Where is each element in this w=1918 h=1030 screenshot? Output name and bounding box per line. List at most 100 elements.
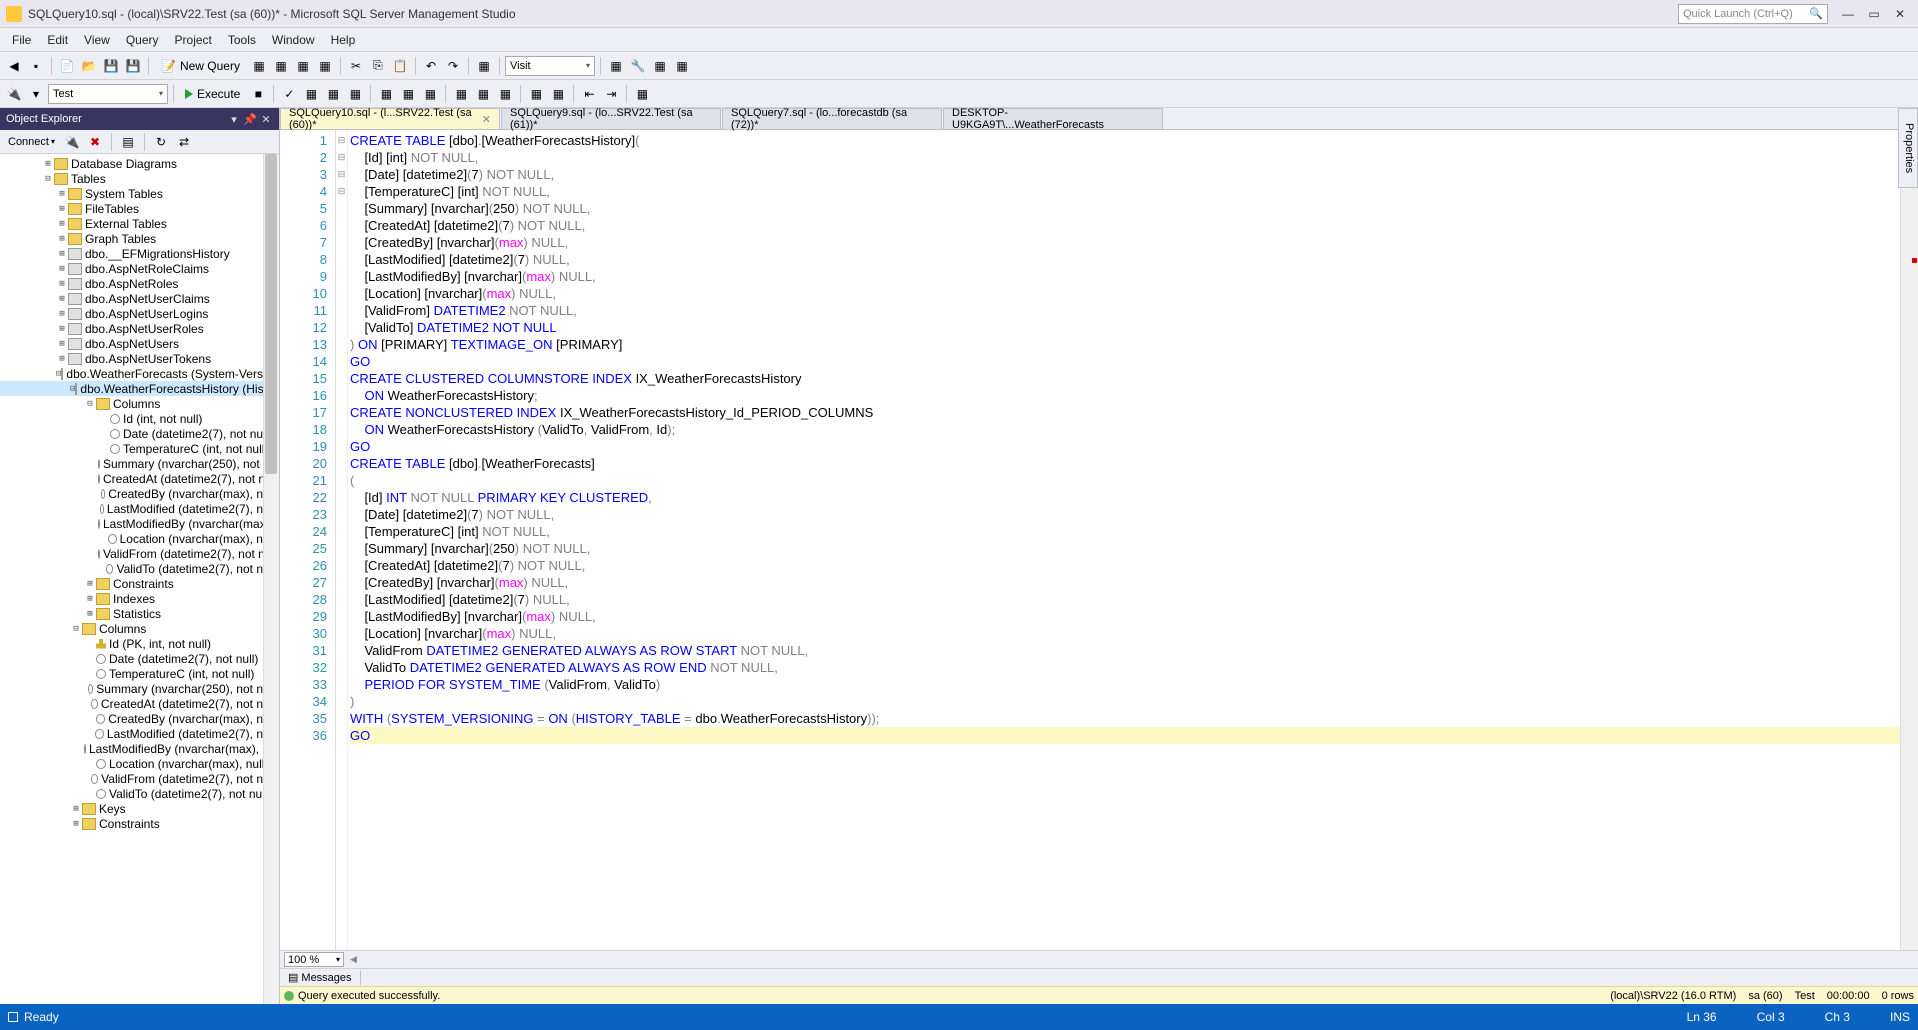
tree-node[interactable]: ⊞Statistics (0, 606, 279, 621)
code-line[interactable]: [TemperatureC] [int] NOT NULL, (350, 523, 1900, 540)
document-tab[interactable]: SQLQuery7.sql - (lo...forecastdb (sa (72… (722, 108, 942, 129)
tree-node[interactable]: ⊞Indexes (0, 591, 279, 606)
display-plan-button[interactable]: ▦ (301, 84, 321, 104)
tree-node[interactable]: ⊞dbo.AspNetUserLogins (0, 306, 279, 321)
forward-button[interactable]: ▪ (26, 56, 46, 76)
expand-icon[interactable]: ⊞ (56, 189, 68, 199)
specify-values-button[interactable]: ▦ (632, 84, 652, 104)
code-line[interactable]: ON WeatherForecastsHistory (ValidTo, Val… (350, 421, 1900, 438)
tool-button-3[interactable]: ▦ (672, 56, 692, 76)
code-line[interactable]: [CreatedBy] [nvarchar](max) NULL, (350, 574, 1900, 591)
code-line[interactable]: WITH (SYSTEM_VERSIONING = ON (HISTORY_TA… (350, 710, 1900, 727)
menu-file[interactable]: File (4, 30, 39, 50)
include-client-stats-button[interactable]: ▦ (420, 84, 440, 104)
code-line[interactable]: [ValidFrom] DATETIME2 NOT NULL, (350, 302, 1900, 319)
code-content[interactable]: CREATE TABLE [dbo].[WeatherForecastsHist… (348, 130, 1900, 950)
tree-node[interactable]: LastModified (datetime2(7), null) (0, 501, 279, 516)
properties-button[interactable]: ▦ (474, 56, 494, 76)
code-line[interactable]: CREATE TABLE [dbo].[WeatherForecastsHist… (350, 132, 1900, 149)
tree-node[interactable]: ⊞dbo.AspNetUserClaims (0, 291, 279, 306)
expand-icon[interactable]: ⊞ (70, 819, 82, 829)
code-line[interactable]: GO (350, 438, 1900, 455)
hscroll-left-icon[interactable]: ◀ (350, 954, 357, 965)
tree-node[interactable]: Location (nvarchar(max), null) (0, 531, 279, 546)
query-options-button[interactable]: ▦ (323, 84, 343, 104)
sync-button[interactable]: ⇄ (174, 132, 194, 152)
tree-node[interactable]: ⊞Keys (0, 801, 279, 816)
redo-button[interactable]: ↷ (443, 56, 463, 76)
tree-node[interactable]: Id (PK, int, not null) (0, 636, 279, 651)
tree-node[interactable]: TemperatureC (int, not null) (0, 666, 279, 681)
code-line[interactable]: GO (350, 353, 1900, 370)
save-button[interactable]: 💾 (101, 56, 121, 76)
code-line[interactable]: ON WeatherForecastsHistory; (350, 387, 1900, 404)
tool-button-1[interactable]: 🔧 (628, 56, 648, 76)
tree-node[interactable]: CreatedAt (datetime2(7), not null) (0, 471, 279, 486)
maximize-button[interactable]: ▭ (1862, 4, 1886, 24)
tree-node[interactable]: LastModifiedBy (nvarchar(max), null) (0, 741, 279, 756)
tree-node[interactable]: ⊟Tables (0, 171, 279, 186)
code-line[interactable]: [Summary] [nvarchar](250) NOT NULL, (350, 200, 1900, 217)
results-text-button[interactable]: ▦ (451, 84, 471, 104)
code-line[interactable]: [Location] [nvarchar](max) NULL, (350, 625, 1900, 642)
tree-node[interactable]: Summary (nvarchar(250), not null) (0, 681, 279, 696)
db-engine-query-button[interactable]: ▦ (249, 56, 269, 76)
code-line[interactable]: ValidFrom DATETIME2 GENERATED ALWAYS AS … (350, 642, 1900, 659)
tree-node[interactable]: ⊞FileTables (0, 201, 279, 216)
code-line[interactable]: [Location] [nvarchar](max) NULL, (350, 285, 1900, 302)
execute-button[interactable]: Execute (179, 85, 246, 103)
database-combo[interactable]: Test ▾ (48, 84, 168, 104)
expand-icon[interactable]: ⊞ (56, 339, 68, 349)
code-line[interactable]: [Id] [int] NOT NULL, (350, 149, 1900, 166)
available-databases-button[interactable]: ▾ (26, 84, 46, 104)
expand-icon[interactable]: ⊞ (56, 249, 68, 259)
tree-node[interactable]: CreatedBy (nvarchar(max), null) (0, 486, 279, 501)
back-button[interactable]: ◀ (4, 56, 24, 76)
tree-node[interactable]: ⊟dbo.WeatherForecasts (System-Versioned) (0, 366, 279, 381)
code-line[interactable]: [CreatedBy] [nvarchar](max) NULL, (350, 234, 1900, 251)
solution-configurations-combo[interactable]: Visit ▾ (505, 56, 595, 76)
tree-node[interactable]: LastModified (datetime2(7), null) (0, 726, 279, 741)
object-explorer-tree[interactable]: ⊞Database Diagrams⊟Tables⊞System Tables⊞… (0, 154, 279, 1004)
expand-icon[interactable]: ⊞ (56, 204, 68, 214)
activity-monitor-button[interactable]: ▦ (606, 56, 626, 76)
tree-scrollbar[interactable] (263, 154, 279, 1004)
expand-icon[interactable]: ⊞ (56, 294, 68, 304)
auto-hide-button[interactable]: 📌 (243, 112, 257, 126)
increase-indent-button[interactable]: ⇥ (601, 84, 621, 104)
expand-icon[interactable]: ⊞ (84, 579, 96, 589)
tree-node[interactable]: Location (nvarchar(max), null) (0, 756, 279, 771)
document-tab[interactable]: SQLQuery10.sql - (l...SRV22.Test (sa (60… (280, 108, 500, 129)
tab-close-icon[interactable]: ✕ (482, 113, 491, 126)
cut-button[interactable]: ✂ (346, 56, 366, 76)
tree-node[interactable]: Summary (nvarchar(250), not null) (0, 456, 279, 471)
parse-button[interactable]: ✓ (279, 84, 299, 104)
tree-node[interactable]: LastModifiedBy (nvarchar(max), null) (0, 516, 279, 531)
intellisense-button[interactable]: ▦ (345, 84, 365, 104)
quick-launch-input[interactable]: Quick Launch (Ctrl+Q) 🔍 (1678, 4, 1828, 24)
scrollbar-thumb[interactable] (265, 154, 277, 474)
cancel-query-button[interactable]: ■ (248, 84, 268, 104)
tree-node[interactable]: ⊞dbo.AspNetUsers (0, 336, 279, 351)
tree-node[interactable]: ⊞Database Diagrams (0, 156, 279, 171)
results-file-button[interactable]: ▦ (495, 84, 515, 104)
tree-node[interactable]: ⊟dbo.WeatherForecastsHistory (History) (0, 381, 279, 396)
dmx-query-button[interactable]: ▦ (315, 56, 335, 76)
tree-node[interactable]: Date (datetime2(7), not null) (0, 426, 279, 441)
code-line[interactable]: ( (350, 472, 1900, 489)
overview-ruler[interactable] (1900, 130, 1918, 950)
tree-node[interactable]: ValidTo (datetime2(7), not null) (0, 561, 279, 576)
menu-help[interactable]: Help (323, 30, 364, 50)
code-line[interactable]: [CreatedAt] [datetime2](7) NOT NULL, (350, 217, 1900, 234)
menu-edit[interactable]: Edit (39, 30, 76, 50)
menu-project[interactable]: Project (167, 30, 220, 50)
expand-icon[interactable]: ⊞ (84, 594, 96, 604)
code-line[interactable]: [LastModified] [datetime2](7) NULL, (350, 591, 1900, 608)
outline-rail[interactable]: ⊟ ⊟ ⊟ ⊟ (336, 130, 348, 950)
tree-node[interactable]: ValidTo (datetime2(7), not null) (0, 786, 279, 801)
code-line[interactable]: [CreatedAt] [datetime2](7) NOT NULL, (350, 557, 1900, 574)
code-line[interactable]: [LastModifiedBy] [nvarchar](max) NULL, (350, 268, 1900, 285)
analysis-query-button[interactable]: ▦ (271, 56, 291, 76)
undo-button[interactable]: ↶ (421, 56, 441, 76)
collapse-icon[interactable]: ⊟ (84, 399, 96, 409)
